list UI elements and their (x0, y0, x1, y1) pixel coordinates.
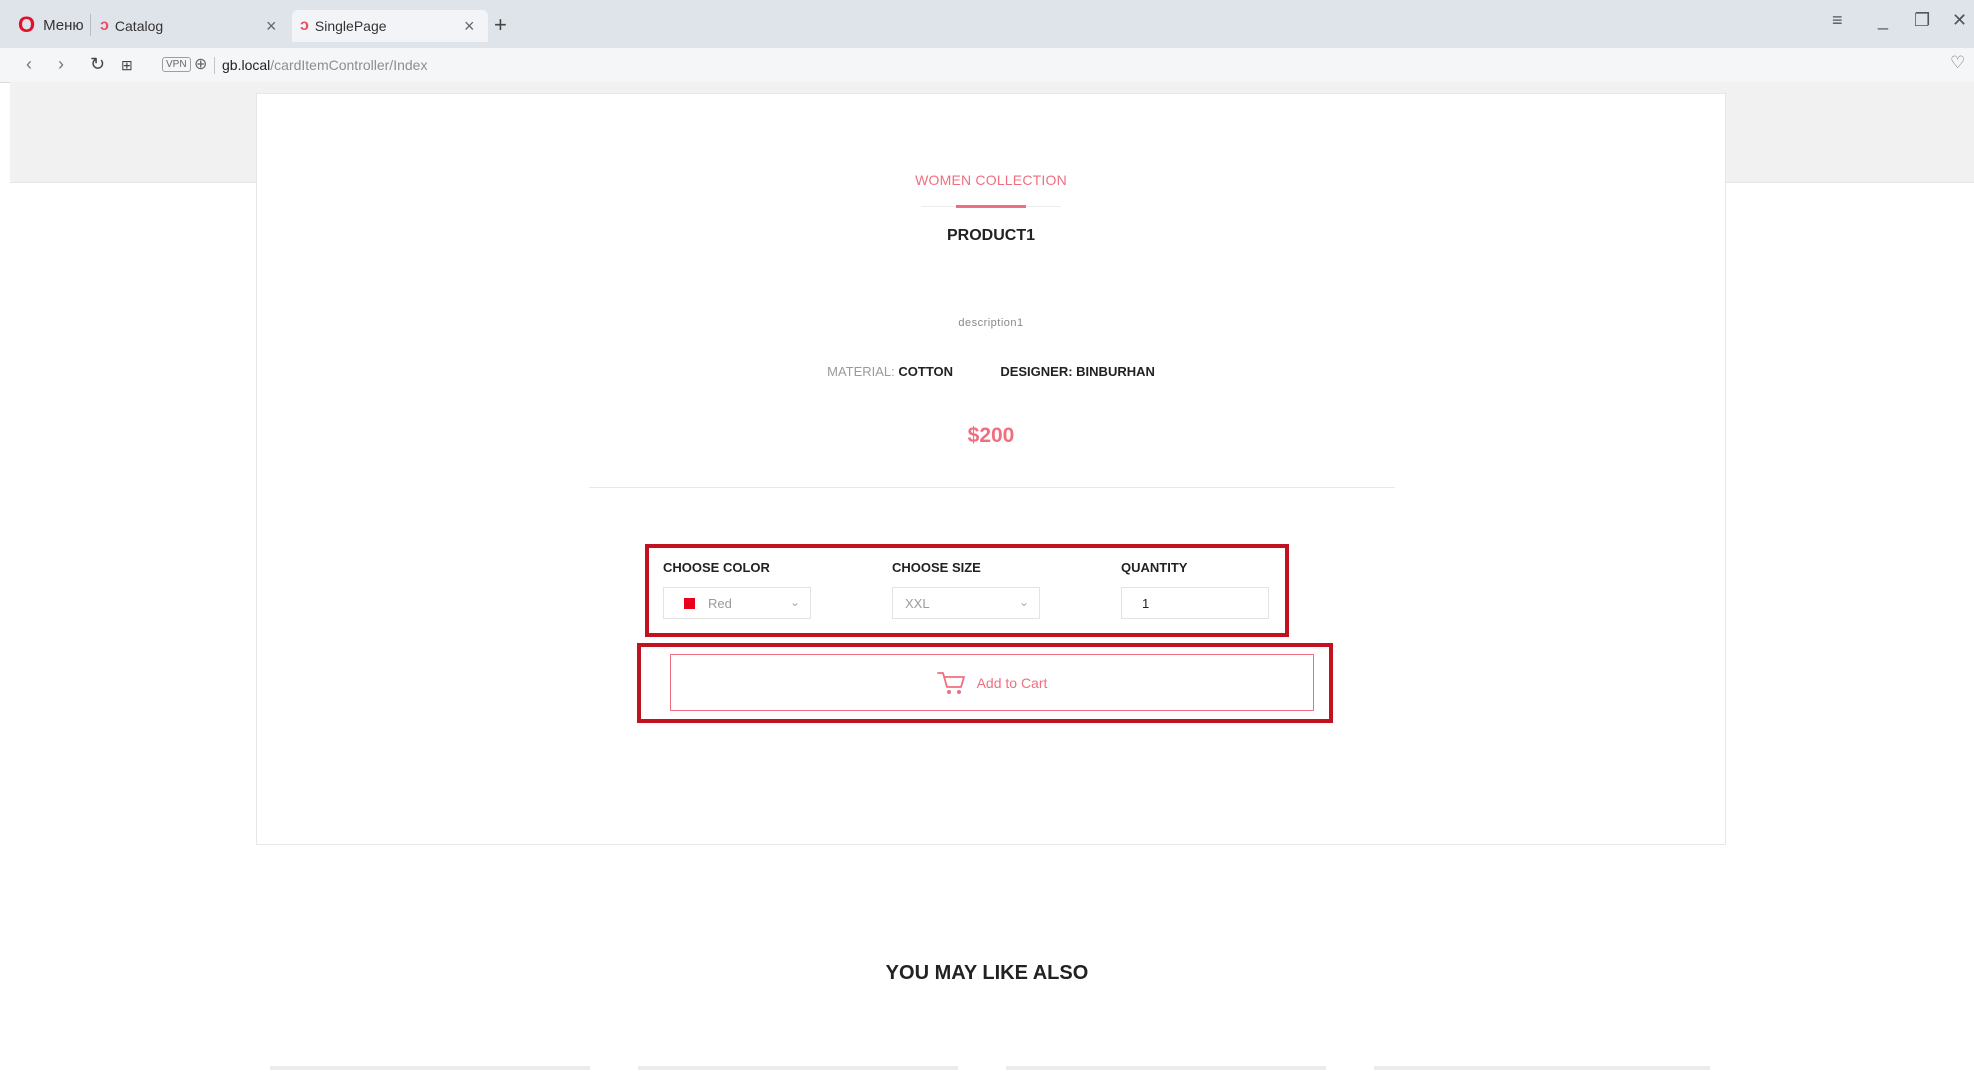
tab-singlepage[interactable]: ↄ SinglePage × (292, 10, 488, 42)
url-separator (214, 57, 215, 74)
tab-menu-icon[interactable]: ≡ (1832, 10, 1843, 31)
related-product-thumb[interactable] (638, 1066, 958, 1070)
favicon-icon: ↄ (300, 17, 309, 34)
material-value: COTTON (898, 364, 954, 379)
quantity-input[interactable]: 1 (1121, 587, 1269, 619)
speed-dial-icon[interactable]: ⊞ (121, 57, 133, 74)
product-meta: MATERIAL: COTTON DESIGNER: BINBURHAN (257, 364, 1725, 379)
product-description: description1 (958, 317, 1024, 329)
globe-icon: ⊕ (194, 56, 208, 73)
collection-underline (956, 205, 1026, 208)
url-host: gb.local (222, 57, 271, 73)
related-product-thumb[interactable] (1374, 1066, 1710, 1070)
add-to-cart-label: Add to Cart (976, 674, 1048, 691)
menu-label: Меню (43, 16, 84, 34)
related-product-thumb[interactable] (1006, 1066, 1326, 1070)
section-divider (589, 487, 1395, 488)
address-bar: ‹ › ↻ ⊞ VPN ⊕ gb.local/cardItemControlle… (0, 48, 1974, 83)
product-price: $200 (967, 424, 1015, 447)
cart-icon (936, 671, 965, 694)
forward-icon[interactable]: › (58, 54, 64, 75)
close-icon[interactable]: × (266, 16, 277, 37)
url-path: /cardItemController/Index (270, 57, 428, 73)
browser-menu-button[interactable]: O Меню (18, 12, 84, 38)
close-icon[interactable]: × (464, 16, 475, 37)
designer-value: BINBURHAN (1076, 364, 1155, 379)
cart-highlight-box: Add to Cart (637, 643, 1333, 723)
opera-logo-icon: O (18, 12, 36, 37)
back-icon[interactable]: ‹ (26, 54, 32, 75)
url-input[interactable]: gb.local/cardItemController/Index (222, 57, 427, 73)
size-select-value: XXL (905, 596, 930, 611)
chevron-down-icon: ⌄ (1018, 595, 1029, 609)
tab-separator (90, 14, 91, 36)
restore-icon[interactable]: ❐ (1914, 10, 1930, 31)
favicon-icon: ↄ (100, 17, 109, 34)
chevron-down-icon: ⌄ (789, 595, 800, 609)
product-card: WOMEN COLLECTION PRODUCT1 description1 M… (256, 93, 1726, 845)
color-select[interactable]: Red ⌄ (663, 587, 811, 619)
browser-tab-bar: O Меню ↄ Catalog × ↄ SinglePage × + ≡ _ … (0, 0, 1974, 49)
add-to-cart-button[interactable]: Add to Cart (670, 654, 1314, 711)
minimize-icon[interactable]: _ (1878, 10, 1888, 31)
new-tab-button[interactable]: + (494, 12, 507, 38)
size-label: CHOOSE SIZE (892, 560, 981, 575)
bookmark-heart-icon[interactable]: ♡ (1950, 53, 1965, 73)
tab-title: Catalog (114, 18, 164, 34)
tab-catalog[interactable]: ↄ Catalog × (100, 10, 285, 42)
vpn-badge[interactable]: VPN (162, 57, 191, 72)
collection-label: WOMEN COLLECTION (915, 172, 1067, 188)
related-product-thumb[interactable] (270, 1066, 590, 1070)
window-close-icon[interactable]: ✕ (1952, 10, 1967, 31)
color-swatch (684, 598, 695, 609)
product-title: PRODUCT1 (946, 227, 1035, 244)
size-select[interactable]: XXL ⌄ (892, 587, 1040, 619)
tab-title: SinglePage (314, 18, 387, 34)
color-label: CHOOSE COLOR (663, 560, 770, 575)
quantity-label: QUANTITY (1121, 560, 1188, 575)
options-highlight-box: CHOOSE COLOR Red ⌄ CHOOSE SIZE XXL ⌄ QUA… (645, 544, 1289, 637)
material-label: MATERIAL: (827, 364, 895, 379)
color-select-value: Red (708, 596, 732, 611)
designer-label: DESIGNER: (1000, 364, 1073, 379)
reload-icon[interactable]: ↻ (90, 54, 105, 75)
related-section-title: YOU MAY LIKE ALSO (885, 962, 1089, 984)
